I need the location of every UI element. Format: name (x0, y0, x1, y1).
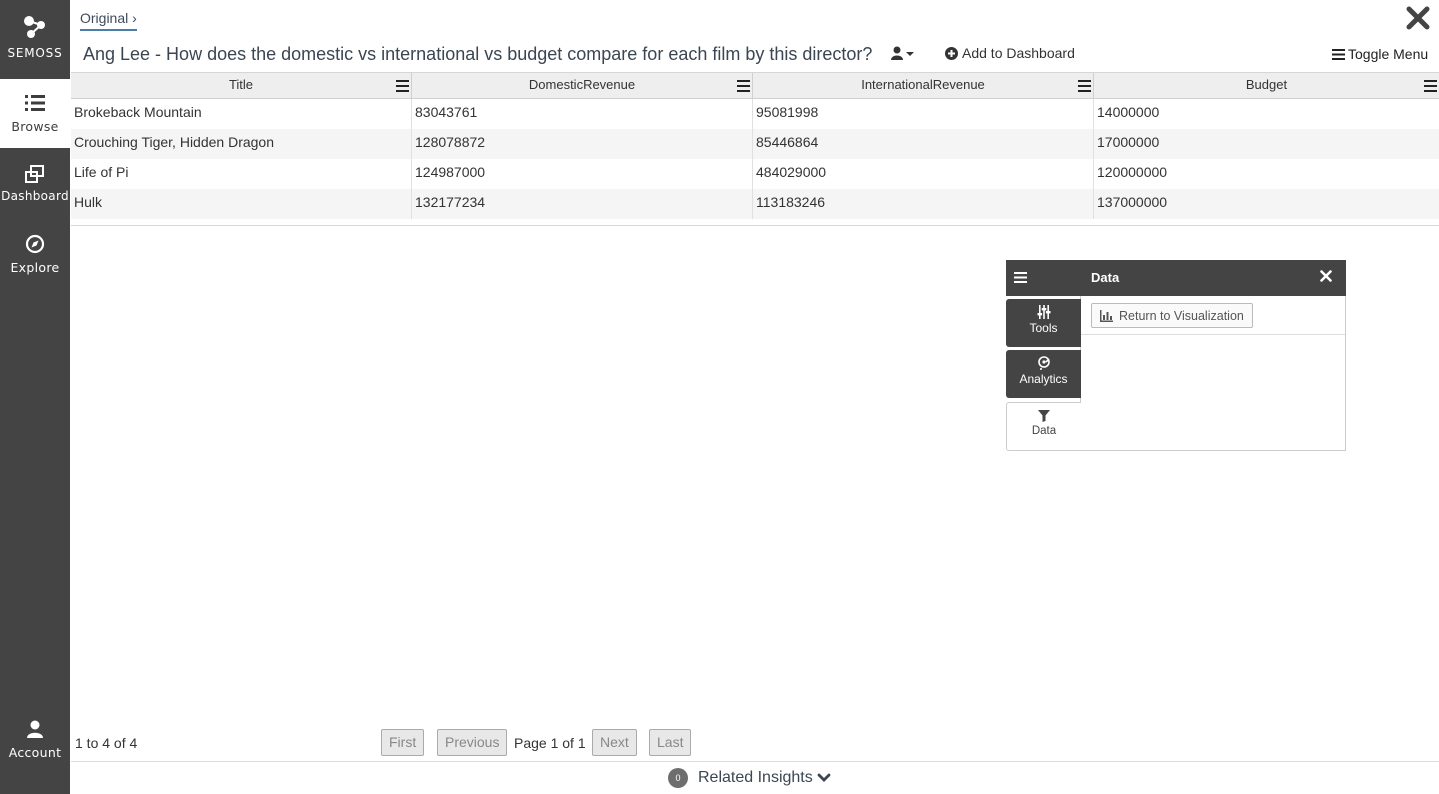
return-to-visualization-label: Return to Visualization (1119, 308, 1244, 323)
breadcrumb[interactable]: Original › (80, 10, 137, 31)
filter-icon (1038, 410, 1050, 422)
last-page-button[interactable]: Last (649, 729, 692, 756)
sliders-icon (1037, 305, 1050, 319)
close-icon[interactable] (1405, 6, 1431, 30)
chevron-right-icon: › (132, 10, 137, 26)
table-row[interactable]: Life of Pi 124987000 484029000 120000000 (71, 159, 1439, 189)
sidebar-item-label: Dashboard (1, 189, 69, 203)
grid-header: Title DomesticRevenue InternationalReven… (71, 73, 1439, 99)
tab-data[interactable]: Data (1006, 402, 1081, 451)
sidebar-item-label: Explore (10, 260, 60, 275)
table-cell: 132177234 (412, 189, 753, 219)
column-header-budget[interactable]: Budget (1094, 73, 1439, 99)
column-menu-icon[interactable] (1078, 80, 1091, 92)
table-row[interactable]: Crouching Tiger, Hidden Dragon 128078872… (71, 129, 1439, 159)
hamburger-icon (1332, 48, 1345, 60)
table-cell: 14000000 (1097, 104, 1160, 120)
plus-circle-icon (945, 46, 958, 60)
user-caret-icon (891, 46, 914, 60)
table-row[interactable]: Hulk 132177234 113183246 137000000 (71, 189, 1439, 219)
sidebar-item-label: Browse (11, 119, 59, 134)
table-cell: 120000000 (1097, 164, 1168, 180)
table-cell: Crouching Tiger, Hidden Dragon (71, 129, 412, 159)
panel-body: Return to Visualization (1080, 296, 1346, 451)
dashboard-icon (25, 165, 44, 183)
return-to-visualization-button[interactable]: Return to Visualization (1091, 303, 1253, 328)
chevron-down-icon (817, 773, 831, 782)
add-to-dashboard-button[interactable]: Add to Dashboard (945, 45, 1075, 61)
column-header-international-revenue[interactable]: InternationalRevenue (753, 73, 1094, 99)
tab-tools[interactable]: Tools (1006, 299, 1081, 347)
table-cell: Brokeback Mountain (71, 99, 412, 129)
tab-label: Tools (1029, 321, 1058, 335)
table-cell: 484029000 (753, 159, 1094, 189)
add-to-dashboard-label: Add to Dashboard (962, 45, 1075, 61)
close-icon[interactable] (1320, 270, 1332, 282)
panel-title: Data (1091, 270, 1120, 285)
account-label: Account (8, 745, 62, 760)
column-menu-icon[interactable] (737, 80, 750, 92)
tab-analytics[interactable]: Analytics (1006, 350, 1081, 398)
toggle-menu-button[interactable]: Toggle Menu (1332, 46, 1428, 62)
semoss-logo-icon (24, 16, 45, 38)
sidebar: SEMOSS Browse Dashboard Explore Account (0, 0, 70, 794)
table-cell: 85446864 (753, 129, 1094, 159)
next-page-button[interactable]: Next (592, 729, 637, 756)
bar-chart-icon (1100, 309, 1113, 322)
user-icon (27, 720, 43, 738)
table-cell: 124987000 (412, 159, 753, 189)
previous-page-button[interactable]: Previous (437, 729, 508, 756)
page-title: Ang Lee - How does the domestic vs inter… (83, 44, 873, 64)
column-header-title[interactable]: Title (71, 73, 412, 99)
table-cell: 113183246 (753, 189, 1094, 219)
tab-label: Data (1031, 425, 1057, 437)
column-header-label: Budget (1245, 77, 1288, 92)
column-header-label: Title (228, 77, 254, 92)
panel-menu-button[interactable] (1006, 260, 1081, 296)
sidebar-item-browse[interactable]: Browse (0, 79, 70, 148)
list-icon (25, 95, 45, 111)
toggle-menu-label: Toggle Menu (1348, 46, 1429, 62)
table-cell: 17000000 (1097, 134, 1160, 150)
related-insights-label: Related Insights (698, 769, 813, 786)
sidebar-item-account[interactable]: Account (0, 711, 70, 780)
footer-divider (71, 761, 1439, 762)
table-cell: 83043761 (412, 99, 753, 129)
table-cell: Life of Pi (71, 159, 412, 189)
related-count-badge: 0 (668, 768, 688, 788)
column-header-domestic-revenue[interactable]: DomesticRevenue (412, 73, 753, 99)
table-cell: Hulk (71, 189, 412, 219)
sidebar-item-dashboard[interactable]: Dashboard (0, 148, 70, 217)
semoss-label: SEMOSS (7, 46, 63, 60)
panel-header: Data (1081, 260, 1346, 296)
user-dropdown[interactable] (890, 45, 916, 61)
table-cell: 128078872 (412, 129, 753, 159)
table-cell: 137000000 (1097, 194, 1168, 210)
breadcrumb-label: Original (80, 10, 129, 26)
column-menu-icon[interactable] (396, 80, 409, 92)
tab-label: Analytics (1019, 372, 1068, 386)
brain-icon (1037, 356, 1050, 370)
hamburger-icon (1014, 272, 1027, 283)
row-count: 1 to 4 of 4 (75, 735, 138, 751)
table-cell: 95081998 (753, 99, 1094, 129)
table-row[interactable]: Brokeback Mountain 83043761 95081998 140… (71, 99, 1439, 129)
column-menu-icon[interactable] (1424, 80, 1437, 92)
sidebar-item-explore[interactable]: Explore (0, 217, 70, 286)
page-indicator: Page 1 of 1 (514, 735, 586, 751)
data-grid: Title DomesticRevenue InternationalReven… (71, 72, 1439, 219)
semoss-logo[interactable]: SEMOSS (0, 0, 70, 79)
data-panel: Data Return to Visualization Tools Analy… (1006, 260, 1346, 451)
column-header-label: InternationalRevenue (861, 77, 985, 92)
column-header-label: DomesticRevenue (528, 77, 636, 92)
panel-toolbar: Return to Visualization (1081, 296, 1345, 335)
grid-divider (71, 225, 1439, 226)
related-insights-toggle[interactable]: 0 Related Insights (668, 768, 831, 788)
first-page-button[interactable]: First (381, 729, 425, 756)
compass-icon (25, 234, 45, 254)
